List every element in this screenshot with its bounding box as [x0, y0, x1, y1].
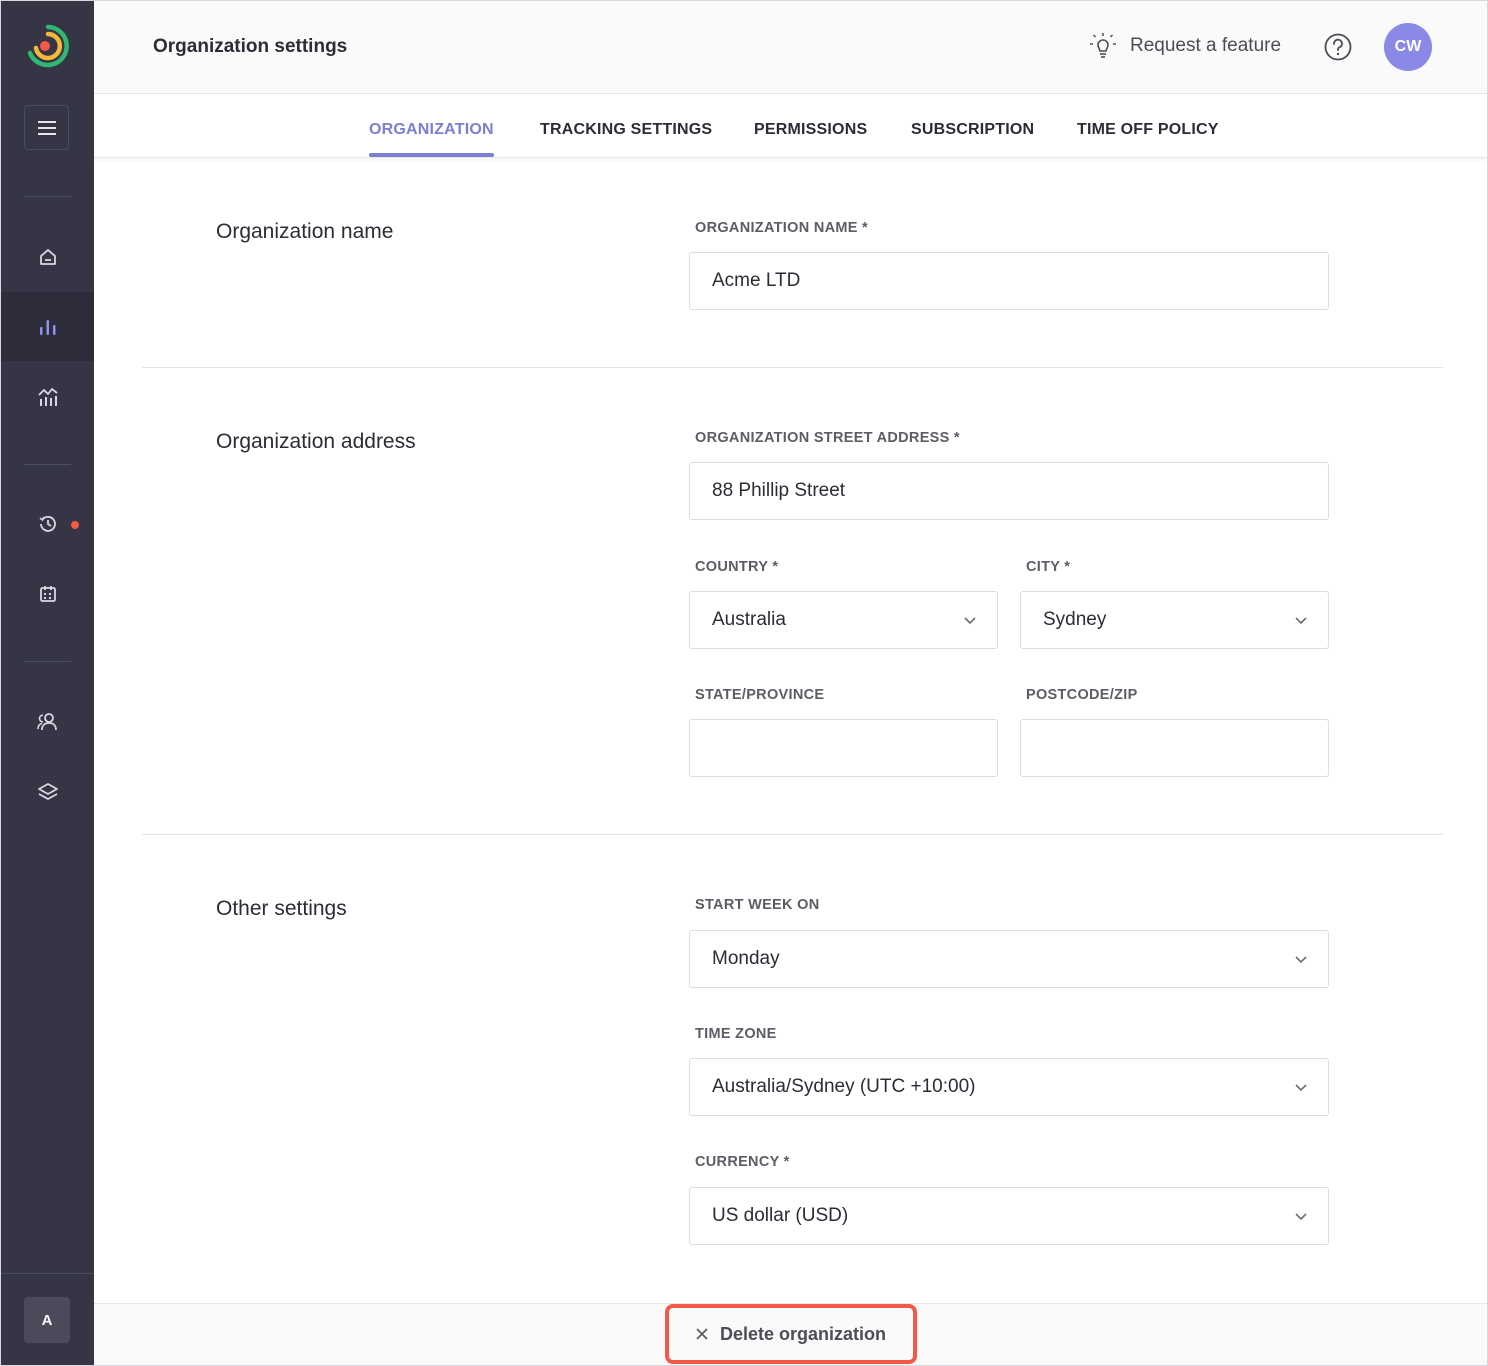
postcode-label: POSTCODE/ZIP [1026, 687, 1138, 703]
postcode-input[interactable] [1020, 719, 1329, 777]
sidebar-item-timesheets[interactable] [1, 489, 94, 558]
help-button[interactable] [1323, 32, 1353, 67]
chevron-down-icon [1295, 1084, 1307, 1092]
reports-chart-icon [37, 387, 58, 406]
tab-subscription[interactable]: SUBSCRIPTION [911, 121, 1034, 139]
top-header: Organization settings Request a feature [94, 1, 1487, 94]
request-feature-link[interactable]: Request a feature [1088, 31, 1281, 61]
page-title: Organization settings [153, 36, 348, 57]
section-divider [142, 834, 1443, 835]
country-label: COUNTRY * [695, 559, 779, 575]
bar-chart-icon [39, 319, 55, 335]
org-name-input[interactable] [689, 252, 1329, 310]
section-title-other-settings: Other settings [216, 897, 347, 920]
street-address-input-field[interactable] [712, 480, 1306, 502]
start-week-value: Monday [712, 948, 780, 969]
home-icon [39, 248, 56, 265]
section-title-org-name: Organization name [216, 220, 394, 243]
org-name-label: ORGANIZATION NAME * [695, 220, 868, 236]
start-week-label: START WEEK ON [695, 897, 820, 913]
section-divider [142, 367, 1443, 368]
workspace-switcher[interactable]: A [24, 1297, 70, 1343]
country-select[interactable]: Australia [689, 591, 998, 649]
sidebar-item-home[interactable] [1, 222, 94, 291]
time-zone-select[interactable]: Australia/Sydney (UTC +10:00) [689, 1058, 1329, 1116]
tab-organization[interactable]: ORGANIZATION [369, 121, 494, 139]
sidebar-divider [24, 464, 71, 465]
tab-permissions[interactable]: PERMISSIONS [754, 121, 867, 139]
currency-value: US dollar (USD) [712, 1205, 849, 1226]
chevron-down-icon [1295, 956, 1307, 964]
sidebar-divider [24, 196, 71, 197]
sidebar-item-projects[interactable] [1, 757, 94, 826]
currency-label: CURRENCY * [695, 1154, 790, 1170]
currency-select[interactable]: US dollar (USD) [689, 1187, 1329, 1245]
state-label: STATE/PROVINCE [695, 687, 825, 703]
tab-time-off-policy[interactable]: TIME OFF POLICY [1077, 121, 1219, 139]
sidebar-divider [24, 661, 71, 662]
user-avatar[interactable]: CW [1384, 23, 1432, 71]
footer-bar: Delete organization [94, 1303, 1487, 1365]
time-zone-value: Australia/Sydney (UTC +10:00) [712, 1076, 976, 1097]
menu-toggle-button[interactable] [24, 105, 69, 150]
sidebar-item-dashboard[interactable] [1, 292, 94, 361]
sidebar-item-reports[interactable] [1, 362, 94, 431]
layers-icon [37, 782, 58, 800]
city-select[interactable]: Sydney [1020, 591, 1329, 649]
delete-organization-label: Delete organization [719, 1323, 887, 1344]
chevron-down-icon [1295, 1213, 1307, 1221]
postcode-input-field[interactable] [1043, 737, 1306, 759]
street-address-input[interactable] [689, 462, 1329, 520]
sidebar-item-people[interactable] [1, 687, 94, 756]
state-input[interactable] [689, 719, 998, 777]
chevron-down-icon [1295, 617, 1307, 625]
lightbulb-icon [1090, 33, 1116, 58]
org-name-input-field[interactable] [712, 270, 1306, 292]
app-window: A Organization settings Request a featur… [0, 0, 1488, 1366]
delete-organization-button[interactable]: Delete organization [665, 1304, 917, 1364]
settings-tabs: ORGANIZATION TRACKING SETTINGS PERMISSIO… [94, 94, 1487, 158]
street-address-label: ORGANIZATION STREET ADDRESS * [695, 430, 960, 446]
country-value: Australia [712, 609, 786, 630]
hamburger-icon [37, 120, 56, 135]
app-logo-icon[interactable] [25, 23, 71, 69]
city-value: Sydney [1043, 609, 1107, 630]
chevron-down-icon [964, 617, 976, 625]
close-icon [696, 1328, 708, 1340]
state-input-field[interactable] [712, 737, 975, 759]
users-icon [36, 712, 57, 730]
question-circle-icon [1324, 33, 1352, 61]
calendar-icon [39, 585, 56, 602]
tab-tracking-settings[interactable]: TRACKING SETTINGS [540, 121, 712, 139]
sidebar: A [1, 1, 94, 1365]
request-feature-label: Request a feature [1130, 35, 1282, 56]
history-clock-icon [39, 515, 56, 532]
time-zone-label: TIME ZONE [695, 1026, 777, 1042]
sidebar-item-calendar[interactable] [1, 559, 94, 628]
active-tab-indicator [369, 153, 494, 157]
sidebar-bottom-divider [1, 1273, 94, 1274]
notification-dot [71, 521, 79, 529]
start-week-select[interactable]: Monday [689, 930, 1329, 988]
city-label: CITY * [1026, 559, 1071, 575]
section-title-org-address: Organization address [216, 430, 416, 453]
